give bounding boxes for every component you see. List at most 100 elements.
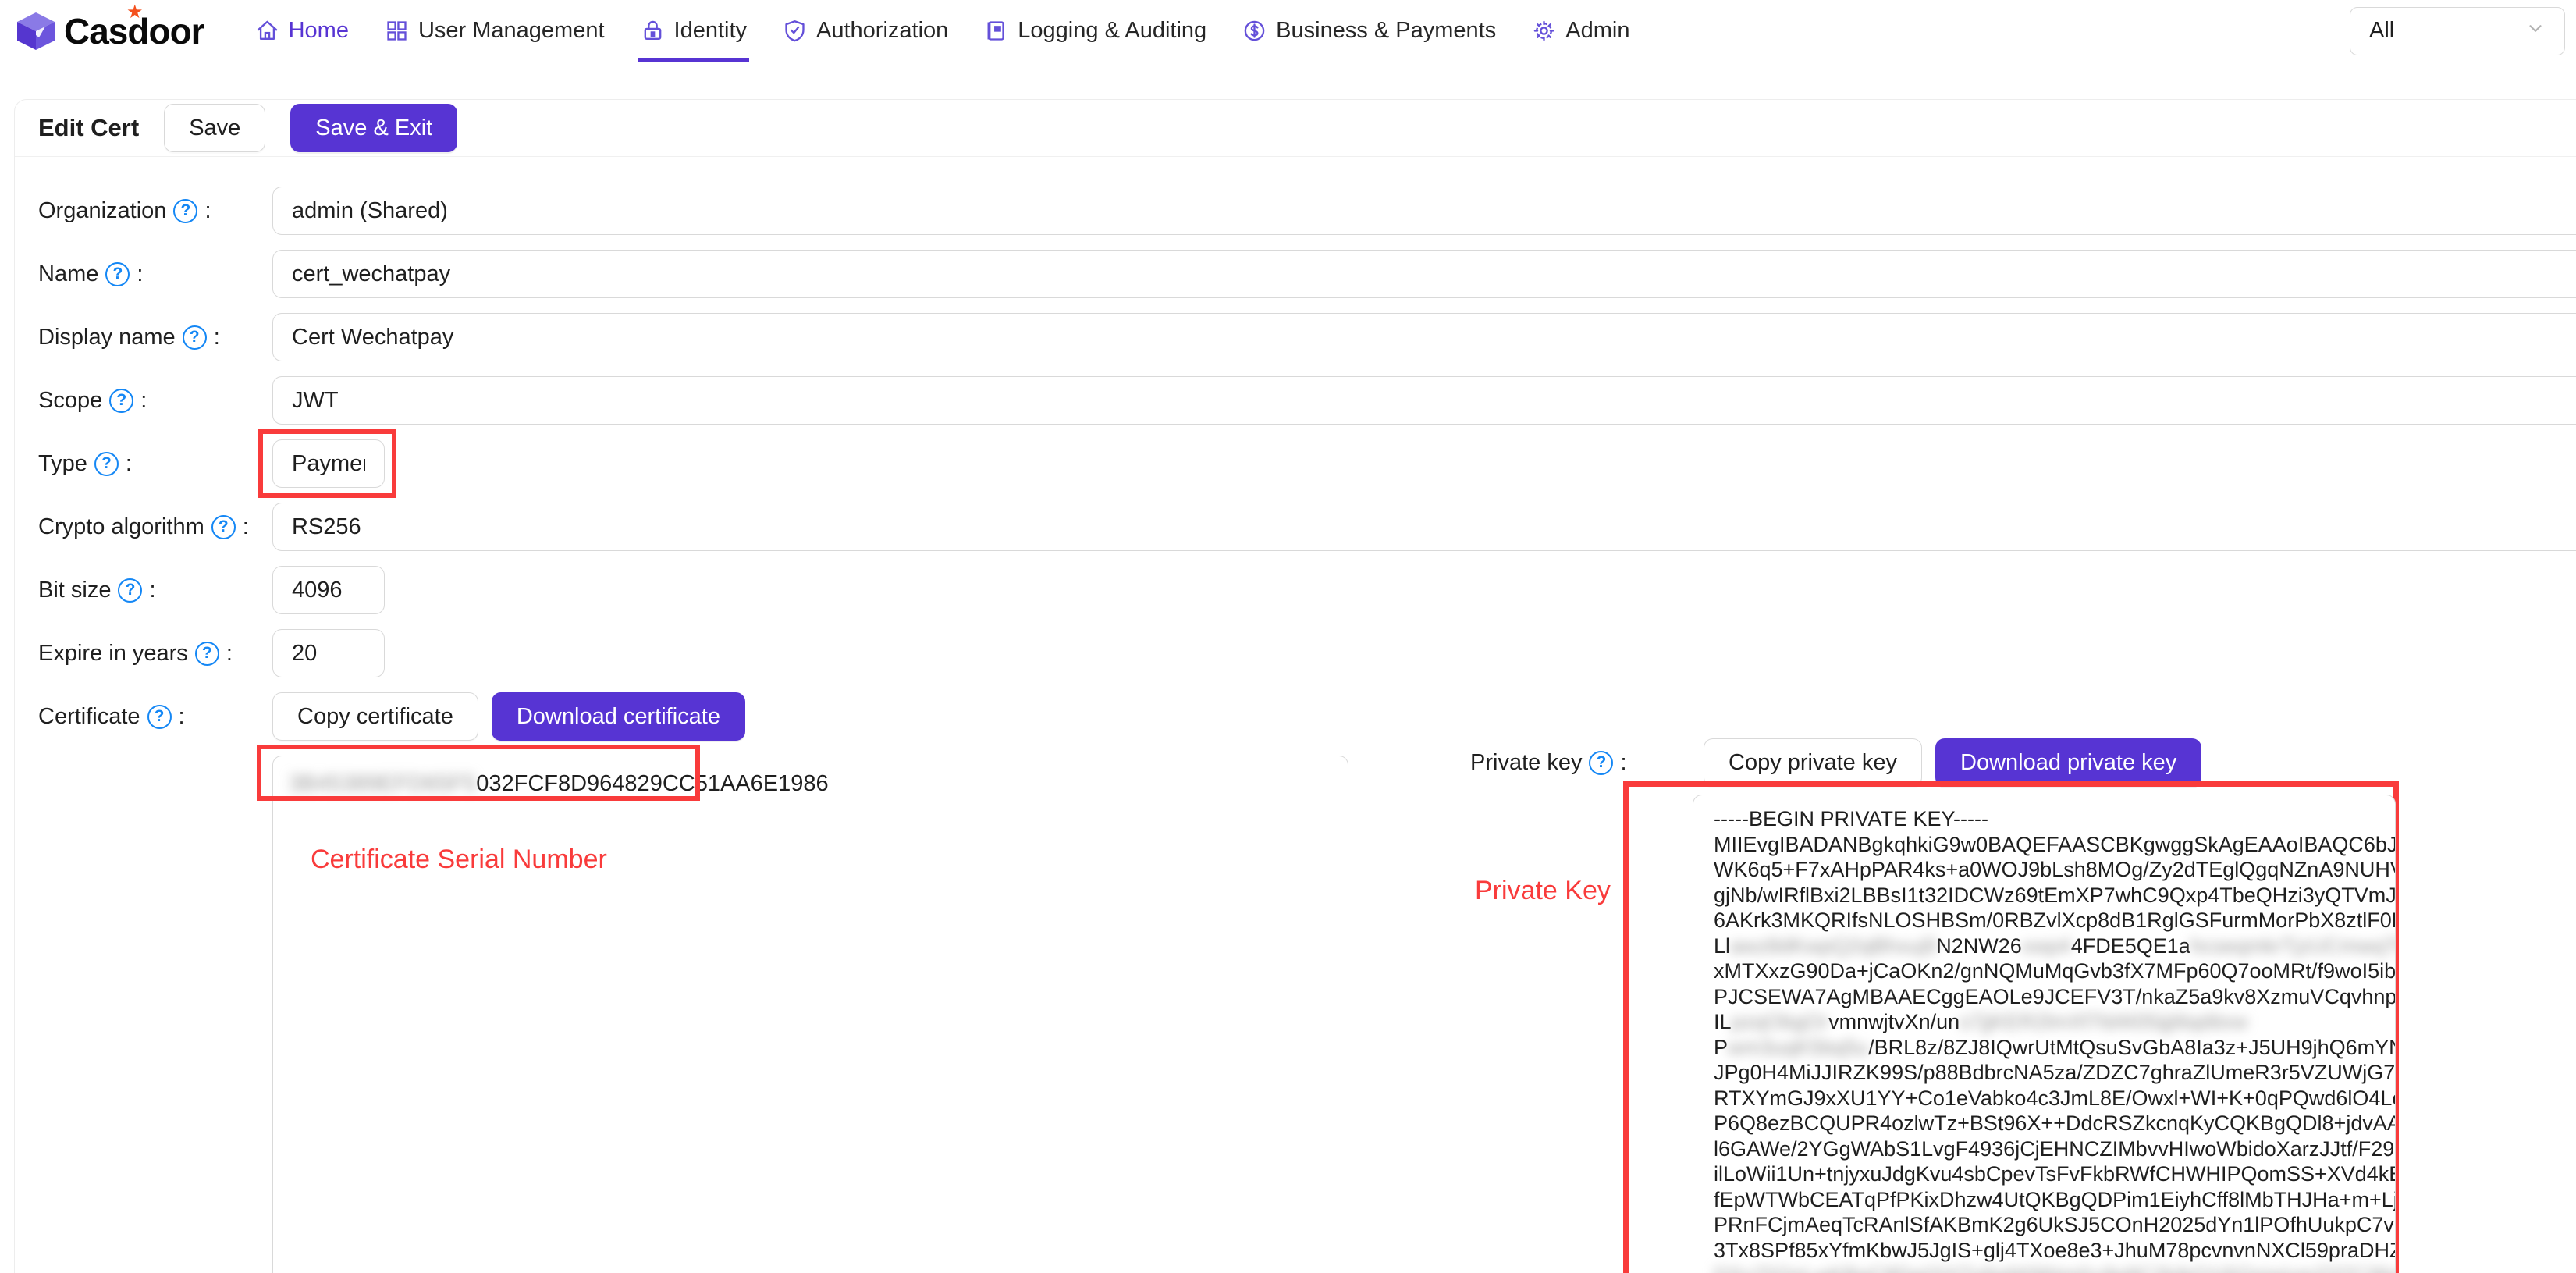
- casdoor-logo[interactable]: Casdoor ★: [16, 10, 204, 52]
- help-icon[interactable]: ?: [94, 452, 119, 476]
- nav-item-business-payments[interactable]: Business & Payments: [1224, 0, 1514, 62]
- private-key-line: WK6q5+F7xAHpPAR4ks+a0WOJ9bLsh8MOg/Zy2dTE…: [1714, 857, 2375, 883]
- crypto-algorithm-input[interactable]: [272, 503, 2576, 551]
- crypto-algorithm-label: Crypto algorithm ? :: [38, 514, 272, 540]
- private-key-line: PJCSEWA7AgMBAAECggEAOLe9JCEFV3T/nkaZ5a9k…: [1714, 984, 2375, 1010]
- save-and-exit-button[interactable]: Save & Exit: [290, 104, 457, 152]
- display-name-label: Display name ? :: [38, 325, 272, 350]
- lock-icon: [641, 19, 665, 43]
- certificate-serial-annotation-text: Certificate Serial Number: [311, 845, 607, 873]
- logo-star-icon: ★: [126, 1, 144, 23]
- save-button[interactable]: Save: [164, 104, 265, 152]
- name-input[interactable]: [272, 250, 2576, 298]
- help-icon[interactable]: ?: [109, 389, 133, 413]
- private-key-line: RTXYmGJ9xXU1YY+Co1eVabko4c3JmL8E/Owxl+WI…: [1714, 1086, 2375, 1111]
- type-row: Type ? :: [38, 439, 2576, 488]
- nav-item-identity[interactable]: Identity: [623, 0, 766, 62]
- private-key-label: Private key ? :: [1470, 750, 1704, 776]
- type-label: Type ? :: [38, 451, 272, 477]
- nav-label: Admin: [1565, 18, 1629, 44]
- private-key-line: ILpzqObgOrvmnwjtvXn/uns7jjKER2lmXf7ld4I0…: [1714, 1009, 2375, 1035]
- help-icon[interactable]: ?: [147, 705, 172, 729]
- grid-icon: [385, 19, 409, 43]
- private-key-line: P6Q8ezBCQUPR4ozlwTz+BSt96X++DdcRSZkcnqKy…: [1714, 1111, 2375, 1136]
- bit-size-label: Bit size ? :: [38, 578, 272, 603]
- private-key-line: MIIEvgIBADANBgkqhkiG9w0BAQEFAASCBKgwggSk…: [1714, 832, 2375, 858]
- help-icon[interactable]: ?: [1589, 751, 1613, 775]
- private-key-line: PRnFCjmAeqTcRAnlSfAKBmK2g6UkSJ5COnH2025d…: [1714, 1212, 2375, 1238]
- private-key-line: fEpWTWbCEATqPfPKixDhzw4UtQKBgQDPim1EiyhC…: [1714, 1187, 2375, 1213]
- display-name-input[interactable]: [272, 313, 2576, 361]
- private-key-line: ilLoWii1Un+tnjyxuJdgKvu4sbCpevTsFvFkbRWf…: [1714, 1161, 2375, 1187]
- organization-filter-select[interactable]: All: [2350, 7, 2565, 55]
- private-key-line: 3Tx8SPf85xYfmKbwJ5JgIS+glj4TXoe8e3+JhuM7…: [1714, 1238, 2375, 1264]
- copy-certificate-button[interactable]: Copy certificate: [272, 692, 478, 741]
- edit-cert-card: Edit Cert Save Save & Exit Organization …: [14, 99, 2576, 1273]
- page-title: Edit Cert: [38, 114, 139, 142]
- cert-form: Organization ? : Name ? : Display name ?…: [15, 157, 2576, 1273]
- display-name-row: Display name ? :: [38, 313, 2576, 361]
- nav-label: Identity: [674, 18, 748, 44]
- expire-in-years-label: Expire in years ? :: [38, 641, 272, 667]
- crypto-algorithm-row: Crypto algorithm ? :: [38, 503, 2576, 551]
- private-key-line: l6GAWe/2YGgWAbS1LvgF4936jCjEHNCZIMbvvHIw…: [1714, 1136, 2375, 1162]
- help-icon[interactable]: ?: [173, 199, 197, 223]
- download-certificate-button[interactable]: Download certificate: [492, 692, 745, 741]
- help-icon[interactable]: ?: [118, 578, 142, 603]
- main-nav: Home User Management Identity: [237, 0, 1648, 62]
- scope-input[interactable]: [272, 376, 2576, 425]
- nav-label: User Management: [418, 18, 605, 44]
- certificate-row: Certificate ? : Copy certificate Downloa…: [38, 692, 2576, 741]
- private-key-line: 6AKrk3MKQRIfsNLOSHBSm/0RBZvlXcp8dB1RglGS…: [1714, 908, 2375, 933]
- shield-check-icon: [783, 19, 807, 43]
- scope-row: Scope ? :: [38, 376, 2576, 425]
- private-key-line: Llawz8dKwpQ2qBhxuj9N2NW26xwp44FDE5QE1ahc…: [1714, 933, 2375, 959]
- dollar-circle-icon: [1242, 19, 1267, 43]
- nav-item-user-management[interactable]: User Management: [367, 0, 623, 62]
- card-header: Edit Cert Save Save & Exit: [15, 100, 2576, 157]
- private-key-line: JPg0H4MiJJIRZK99S/p88BdbrcNA5za/ZDZC7ghr…: [1714, 1060, 2375, 1086]
- organization-row: Organization ? :: [38, 187, 2576, 235]
- private-key-line: xMTXxzG90Da+jCaOKn2/gnNQMuMqGvb3fX7MFp60…: [1714, 958, 2375, 984]
- private-key-section: Private key ? : Copy private key Downloa…: [1470, 738, 2576, 787]
- certificate-serial-number: 3B45389EFD65F5032FCF8D964829CC51AA6E1986: [289, 770, 1332, 798]
- download-private-key-button[interactable]: Download private key: [1935, 738, 2201, 787]
- private-key-row: Private key ? : Copy private key Downloa…: [1470, 738, 2576, 787]
- chevron-down-icon: [2525, 18, 2546, 44]
- nav-item-home[interactable]: Home: [237, 0, 367, 62]
- help-icon[interactable]: ?: [195, 642, 219, 666]
- private-key-line: Pwm3uqK5bq5u/BRL8z/8ZJ8IQwrUtMtQsuSvGbA8…: [1714, 1035, 2375, 1061]
- gear-icon: [1532, 19, 1556, 43]
- name-label: Name ? :: [38, 261, 272, 287]
- bit-size-input[interactable]: [272, 566, 385, 614]
- help-icon[interactable]: ?: [105, 262, 130, 286]
- name-row: Name ? :: [38, 250, 2576, 298]
- nav-item-authorization[interactable]: Authorization: [765, 0, 966, 62]
- nav-label: Home: [289, 18, 349, 44]
- certificate-label: Certificate ? :: [38, 704, 272, 730]
- journal-icon: [984, 19, 1008, 43]
- private-key-line: D3+iTiQnLwKBgC8DgI2iXTp5pf40ljNm0+8g9C2k…: [1714, 1263, 2375, 1273]
- scope-label: Scope ? :: [38, 388, 272, 414]
- nav-item-admin[interactable]: Admin: [1514, 0, 1647, 62]
- help-icon[interactable]: ?: [183, 325, 207, 350]
- private-key-line: -----BEGIN PRIVATE KEY-----: [1714, 806, 2375, 832]
- certificate-textarea[interactable]: 3B45389EFD65F5032FCF8D964829CC51AA6E1986…: [272, 756, 1348, 1273]
- private-key-textarea[interactable]: -----BEGIN PRIVATE KEY-----MIIEvgIBADANB…: [1693, 795, 2396, 1273]
- bit-size-row: Bit size ? :: [38, 566, 2576, 614]
- casdoor-cube-icon: [16, 11, 56, 52]
- nav-label: Business & Payments: [1276, 18, 1496, 44]
- organization-input[interactable]: [272, 187, 2576, 235]
- type-select[interactable]: [272, 439, 385, 488]
- nav-label: Authorization: [816, 18, 948, 44]
- help-icon[interactable]: ?: [211, 515, 236, 539]
- nav-label: Logging & Auditing: [1018, 18, 1206, 44]
- private-key-line: gjNb/wIRflBxi2LBBsI1t32IDCWz69tEmXP7whC9…: [1714, 883, 2375, 909]
- organization-filter-value: All: [2369, 18, 2394, 44]
- expire-in-years-input[interactable]: [272, 629, 385, 677]
- expire-in-years-row: Expire in years ? :: [38, 629, 2576, 677]
- home-icon: [255, 19, 279, 43]
- nav-item-logging-auditing[interactable]: Logging & Auditing: [966, 0, 1224, 62]
- copy-private-key-button[interactable]: Copy private key: [1704, 738, 1922, 787]
- top-nav-bar: Casdoor ★ Home User Management: [0, 0, 2576, 62]
